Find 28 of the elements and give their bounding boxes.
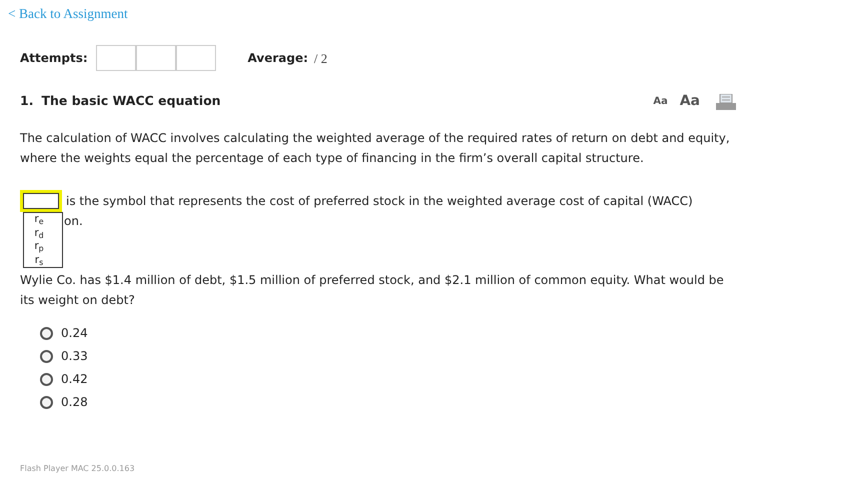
radio-button[interactable] — [40, 326, 53, 340]
decrease-text-button[interactable]: Aa — [653, 94, 668, 110]
print-icon[interactable] — [716, 94, 736, 110]
radio-button[interactable] — [40, 372, 53, 386]
average-label: Average: — [246, 50, 308, 68]
dropdown-option[interactable]: r$_{s}$ — [24, 254, 62, 268]
question-text: is the symbol that represents the cost of preferred stock in the weighted average cost of capital (WACC) — [66, 193, 693, 210]
intro-paragraph: The calculation of WACC involves calculating the weighted average of the required rates of return on debt and equity, where the weights equal the percentage of each type of financing in the firm’s overall capital structure. — [20, 130, 731, 168]
question-text: on. — [64, 213, 83, 230]
dropdown-option[interactable]: r$_{p}$ — [24, 240, 62, 254]
choice-label: 0.24 — [61, 325, 88, 342]
question-number: 1. — [20, 92, 34, 110]
increase-text-button[interactable]: Aa — [680, 91, 700, 112]
choice-label: 0.42 — [61, 371, 88, 388]
dropdown-option[interactable]: r$_{d}$ — [24, 226, 62, 240]
attempts-label: Attempts: — [20, 50, 88, 68]
question-title: The basic WACC equation — [41, 92, 221, 110]
average-value: / 2 — [314, 50, 328, 68]
version-text: Flash Player MAC 25.0.0.163 — [20, 463, 135, 475]
attempt-box — [176, 45, 216, 72]
attempt-box — [96, 45, 136, 72]
question-text: Wylie Co. has $1.4 million of debt, $1.5 million of preferred stock, and $2.1 million of common equity. What would be its weight on debt? — [20, 272, 725, 310]
choice-label: 0.28 — [61, 394, 88, 412]
dropdown-option[interactable]: r$_{e}$ — [24, 213, 62, 227]
attempt-box — [136, 45, 176, 72]
radio-button[interactable] — [40, 396, 53, 409]
choice-label: 0.33 — [61, 348, 88, 366]
radio-button[interactable] — [40, 350, 53, 363]
